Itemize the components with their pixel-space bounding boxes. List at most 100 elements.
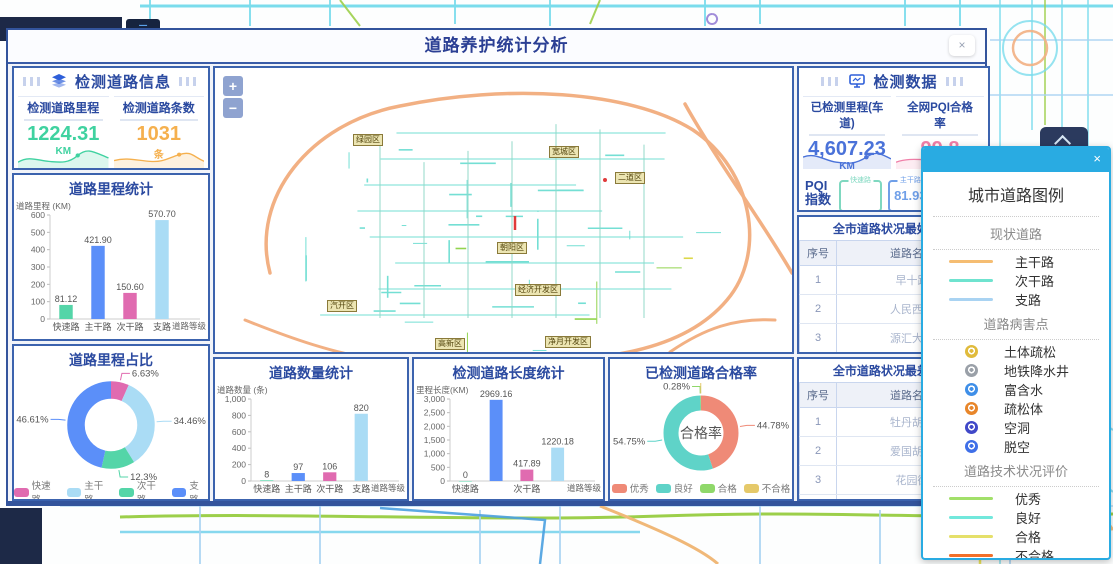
legend-item: 不合格 <box>933 546 1099 560</box>
legend-swatch <box>67 488 82 497</box>
legend-item: 土体疏松 <box>933 342 1099 361</box>
detect-data-title: 检测数据 <box>873 71 937 92</box>
svg-text:3,000: 3,000 <box>424 394 446 404</box>
legend-item: 快速路 <box>14 478 60 501</box>
legend-swatch <box>14 488 29 497</box>
legend-item: 主干路 <box>933 252 1099 271</box>
legend-item: 不合格 <box>744 481 791 495</box>
legend-label: 优秀 <box>630 481 649 495</box>
road-info-cards: 检测道路里程 1224.31 KM 检测道路条数 1031 条 <box>14 94 208 170</box>
legend-item: 主干路 <box>67 478 113 501</box>
row-index: 4 <box>800 353 837 355</box>
stat-value: 1031 <box>114 123 205 146</box>
legend-item: 支路 <box>172 478 208 501</box>
legend-swatch <box>119 488 134 497</box>
map-district-label: 经济开发区 <box>515 284 561 296</box>
legend-swatch <box>656 484 671 493</box>
bars-deco-icon <box>23 77 43 86</box>
close-icon[interactable]: × <box>1093 151 1101 166</box>
row-index: 2 <box>800 295 837 324</box>
mileage-bar-chart: 道路里程 (KM)道路等级010020030040050060081.12快速路… <box>14 199 208 339</box>
svg-text:快速路: 快速路 <box>452 483 479 494</box>
chart-title: 已检测道路合格率 <box>610 359 792 383</box>
length-bar-chart: 里程长度(KM)道路等级05001,0001,5002,0002,5003,00… <box>414 383 603 501</box>
chart-title: 道路里程统计 <box>14 175 208 199</box>
legend-swatch <box>612 484 627 493</box>
close-icon[interactable]: × <box>949 35 975 56</box>
row-index: 4 <box>800 495 837 502</box>
pqi-box-label: 主干路 <box>898 175 923 185</box>
svg-text:2969.16: 2969.16 <box>480 389 513 399</box>
svg-text:46.61%: 46.61% <box>16 414 49 425</box>
zoom-in-button[interactable]: + <box>223 76 243 96</box>
donut-legend: 优秀 良好 合格 不合格 <box>610 481 792 495</box>
legend-label: 次干路 <box>137 478 165 501</box>
svg-text:2,000: 2,000 <box>424 421 446 431</box>
svg-text:570.70: 570.70 <box>148 209 176 219</box>
chart-title: 检测道路长度统计 <box>414 359 603 383</box>
line-swatch <box>949 279 993 282</box>
pqi-box-label: 快速路 <box>848 175 873 185</box>
svg-text:1,000: 1,000 <box>424 449 446 459</box>
layers-icon <box>51 74 67 88</box>
qualified_donut-svg: 44.78%54.75%0.28%0.19%合格率 <box>610 383 792 483</box>
screen: { "title_bar": { "title": "道路养护统计分析", "c… <box>0 0 1113 564</box>
legend-item: 空洞 <box>933 418 1099 437</box>
legend-item: 次干路 <box>933 271 1099 290</box>
legend-body: 城市道路图例 现状道路 主干路 次干路 支路 道路病害点 土体疏松 地铁降水井 … <box>923 172 1109 560</box>
road-info-title: 检测道路信息 <box>75 71 171 92</box>
page-title: 道路养护统计分析 <box>8 30 985 62</box>
road-info-header: 检测道路信息 <box>14 68 208 94</box>
map-legend-dialog: × 城市道路图例 现状道路 主干路 次干路 支路 道路病害点 土体疏松 地铁降水… <box>921 146 1111 560</box>
svg-text:34.46%: 34.46% <box>174 416 207 427</box>
legend-section-heading: 现状道路 <box>933 219 1099 247</box>
legend-label: 主干路 <box>84 478 112 501</box>
column-header: 序号 <box>800 241 837 266</box>
svg-text:820: 820 <box>354 403 369 413</box>
city-road-map[interactable] <box>215 68 792 352</box>
svg-text:500: 500 <box>31 227 45 237</box>
length_bar-svg: 里程长度(KM)道路等级05001,0001,5002,0002,5003,00… <box>414 383 603 501</box>
bars-deco-icon <box>179 77 199 86</box>
share_donut-svg: 6.63%34.46%12.3%46.61% <box>14 370 208 480</box>
line-swatch <box>949 298 993 301</box>
stat-card-mileage: 检测道路里程 1224.31 KM <box>18 96 109 169</box>
stat-label: 全网PQI合格率 <box>902 97 978 136</box>
svg-text:0: 0 <box>40 314 45 324</box>
legend-swatch <box>744 484 759 493</box>
map-district-label: 二道区 <box>615 172 645 184</box>
count_bar-svg: 道路数量 (条)道路等级02004006008001,0008快速路97主干路1… <box>215 383 407 501</box>
map-district-label: 高新区 <box>435 338 465 350</box>
legend-swatch <box>700 484 715 493</box>
svg-text:600: 600 <box>31 210 45 220</box>
defect-icon <box>965 440 978 453</box>
legend-item: 支路 <box>933 290 1099 309</box>
panel-road-info: 检测道路信息 检测道路里程 1224.31 KM 检测道路条数 1031 条 <box>12 66 210 170</box>
stat-card-lane-mileage: 已检测里程(车道) 4,607.23 KM <box>803 96 891 169</box>
stat-label: 检测道路条数 <box>120 97 199 121</box>
svg-text:2,500: 2,500 <box>424 408 446 418</box>
dialog-title-bar: 道路养护统计分析 × <box>8 30 985 64</box>
svg-text:150.60: 150.60 <box>116 282 144 292</box>
svg-text:0: 0 <box>440 476 445 486</box>
line-swatch <box>949 260 993 263</box>
legend-swatch <box>172 488 187 497</box>
svg-text:54.75%: 54.75% <box>613 436 646 447</box>
bars-deco-icon <box>946 77 966 86</box>
svg-text:道路等级: 道路等级 <box>567 483 602 493</box>
svg-text:0: 0 <box>463 470 468 480</box>
legend-item: 地铁降水井 <box>933 361 1099 380</box>
svg-text:6.63%: 6.63% <box>132 370 159 379</box>
zoom-out-button[interactable]: − <box>223 98 243 118</box>
svg-text:800: 800 <box>232 410 246 420</box>
chart-title: 道路里程占比 <box>14 346 208 370</box>
panel-length-chart: 检测道路长度统计 里程长度(KM)道路等级05001,0001,5002,000… <box>412 357 605 501</box>
map-district-label: 绿园区 <box>353 134 383 146</box>
svg-text:0: 0 <box>241 476 246 486</box>
stat-card-count: 检测道路条数 1031 条 <box>114 96 205 169</box>
donut-legend: 快速路 主干路 次干路 支路 <box>14 478 208 501</box>
svg-text:1220.18: 1220.18 <box>541 437 574 447</box>
svg-text:81.12: 81.12 <box>55 294 78 304</box>
legend-label: 合格 <box>718 481 737 495</box>
bars-deco-icon <box>821 77 841 86</box>
